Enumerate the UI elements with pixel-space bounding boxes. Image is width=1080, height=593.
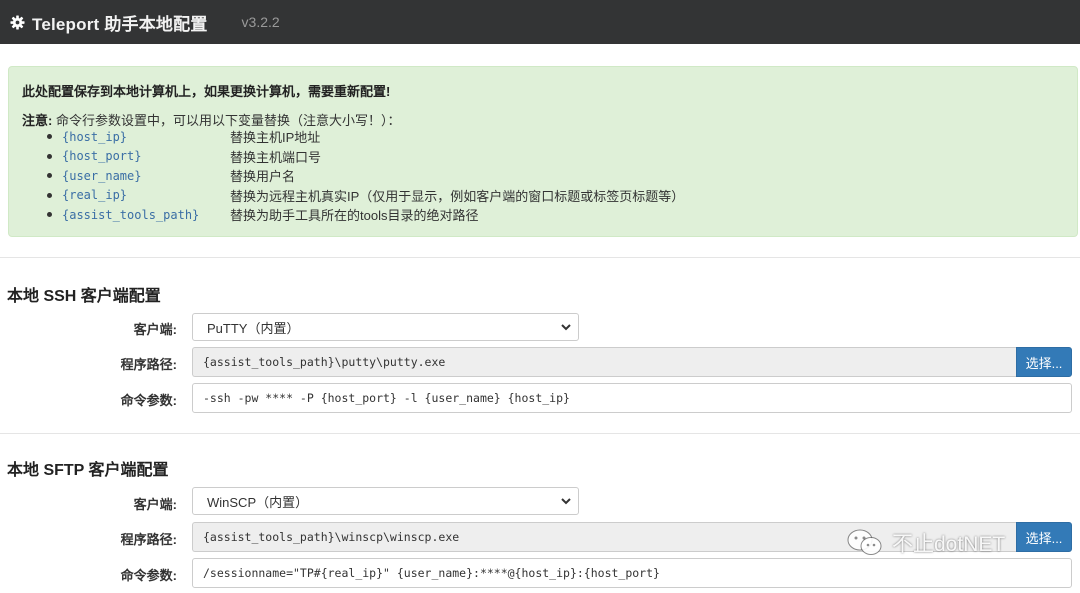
chevron-down-icon [561,498,571,505]
variable-name: {assist_tools_path} [62,207,200,222]
notice-panel: 此处配置保存到本地计算机上，如果更换计算机，需要重新配置! 注意: 命令行参数设… [8,66,1078,237]
variable-item: {user_name} 替换用户名 [47,166,684,186]
bullet-icon [47,153,52,159]
ssh-client-label: 客户端: [133,322,177,337]
watermark-text: 不止dotNET [892,533,1006,556]
variable-desc: 替换为远程主机真实IP（仅用于显示，例如客户端的窗口标题或标签页标题等） [230,188,685,204]
section-divider [0,257,1080,258]
sftp-client-label: 客户端: [133,497,177,512]
chevron-down-icon [561,324,571,331]
ssh-section-title: 本地 SSH 客户端配置 [7,288,161,305]
variable-name: {real_ip} [62,188,128,203]
variable-desc: 替换为助手工具所在的tools目录的绝对路径 [230,208,479,224]
sftp-args-label: 命令参数: [120,568,177,583]
gear-icon [9,14,25,30]
section-divider [0,433,1080,434]
ssh-client-value: PuTTY（内置） [207,320,300,336]
bullet-icon [47,134,52,140]
ssh-client-select[interactable]: PuTTY（内置） [192,313,579,341]
sftp-args-field[interactable]: /sessionname="TP#{real_ip}" {user_name}:… [192,558,1072,588]
variable-desc: 替换主机端口号 [230,149,322,165]
sftp-client-value: WinSCP（内置） [207,494,309,510]
bullet-icon [47,192,52,198]
variable-item: {host_port} 替换主机端口号 [47,147,684,167]
variable-name: {host_port} [62,149,142,164]
ssh-args-label: 命令参数: [120,393,177,408]
watermark: 不止dotNET [846,526,1005,560]
ssh-browse-button[interactable]: 选择... [1016,347,1072,377]
sftp-client-select[interactable]: WinSCP（内置） [192,487,579,515]
notice-note-text: 命令行参数设置中，可以用以下变量替换（注意大小写！）： [55,113,401,128]
variable-desc: 替换主机IP地址 [230,130,321,146]
sftp-browse-button[interactable]: 选择... [1016,522,1072,552]
notice-headline: 此处配置保存到本地计算机上，如果更换计算机，需要重新配置! [22,84,391,99]
variable-item: {assist_tools_path} 替换为助手工具所在的tools目录的绝对路… [47,205,684,225]
sftp-path-label: 程序路径: [120,532,177,547]
variable-name: {user_name} [62,168,142,183]
ssh-path-label: 程序路径: [120,357,177,372]
notice-note-label: 注意: [22,113,53,128]
sftp-section-title: 本地 SFTP 客户端配置 [7,462,169,479]
app-version: v3.2.2 [241,14,280,30]
app-title: Teleport 助手本地配置 [32,14,208,34]
variable-desc: 替换用户名 [230,169,296,185]
wechat-icon [847,529,882,555]
variable-name: {host_ip} [62,129,128,144]
ssh-args-field[interactable]: -ssh -pw **** -P {host_port} -l {user_na… [192,383,1072,413]
app-header: Teleport 助手本地配置 v3.2.2 [0,0,1080,44]
bullet-icon [47,212,52,218]
variable-item: {host_ip} 替换主机IP地址 [47,127,684,147]
variable-list: {host_ip} 替换主机IP地址 {host_port} 替换主机端口号 {us… [47,127,684,225]
bullet-icon [47,173,52,179]
ssh-path-field: {assist_tools_path}\putty\putty.exe [192,347,1017,377]
variable-item: {real_ip} 替换为远程主机真实IP（仅用于显示，例如客户端的窗口标题或标签… [47,186,684,206]
